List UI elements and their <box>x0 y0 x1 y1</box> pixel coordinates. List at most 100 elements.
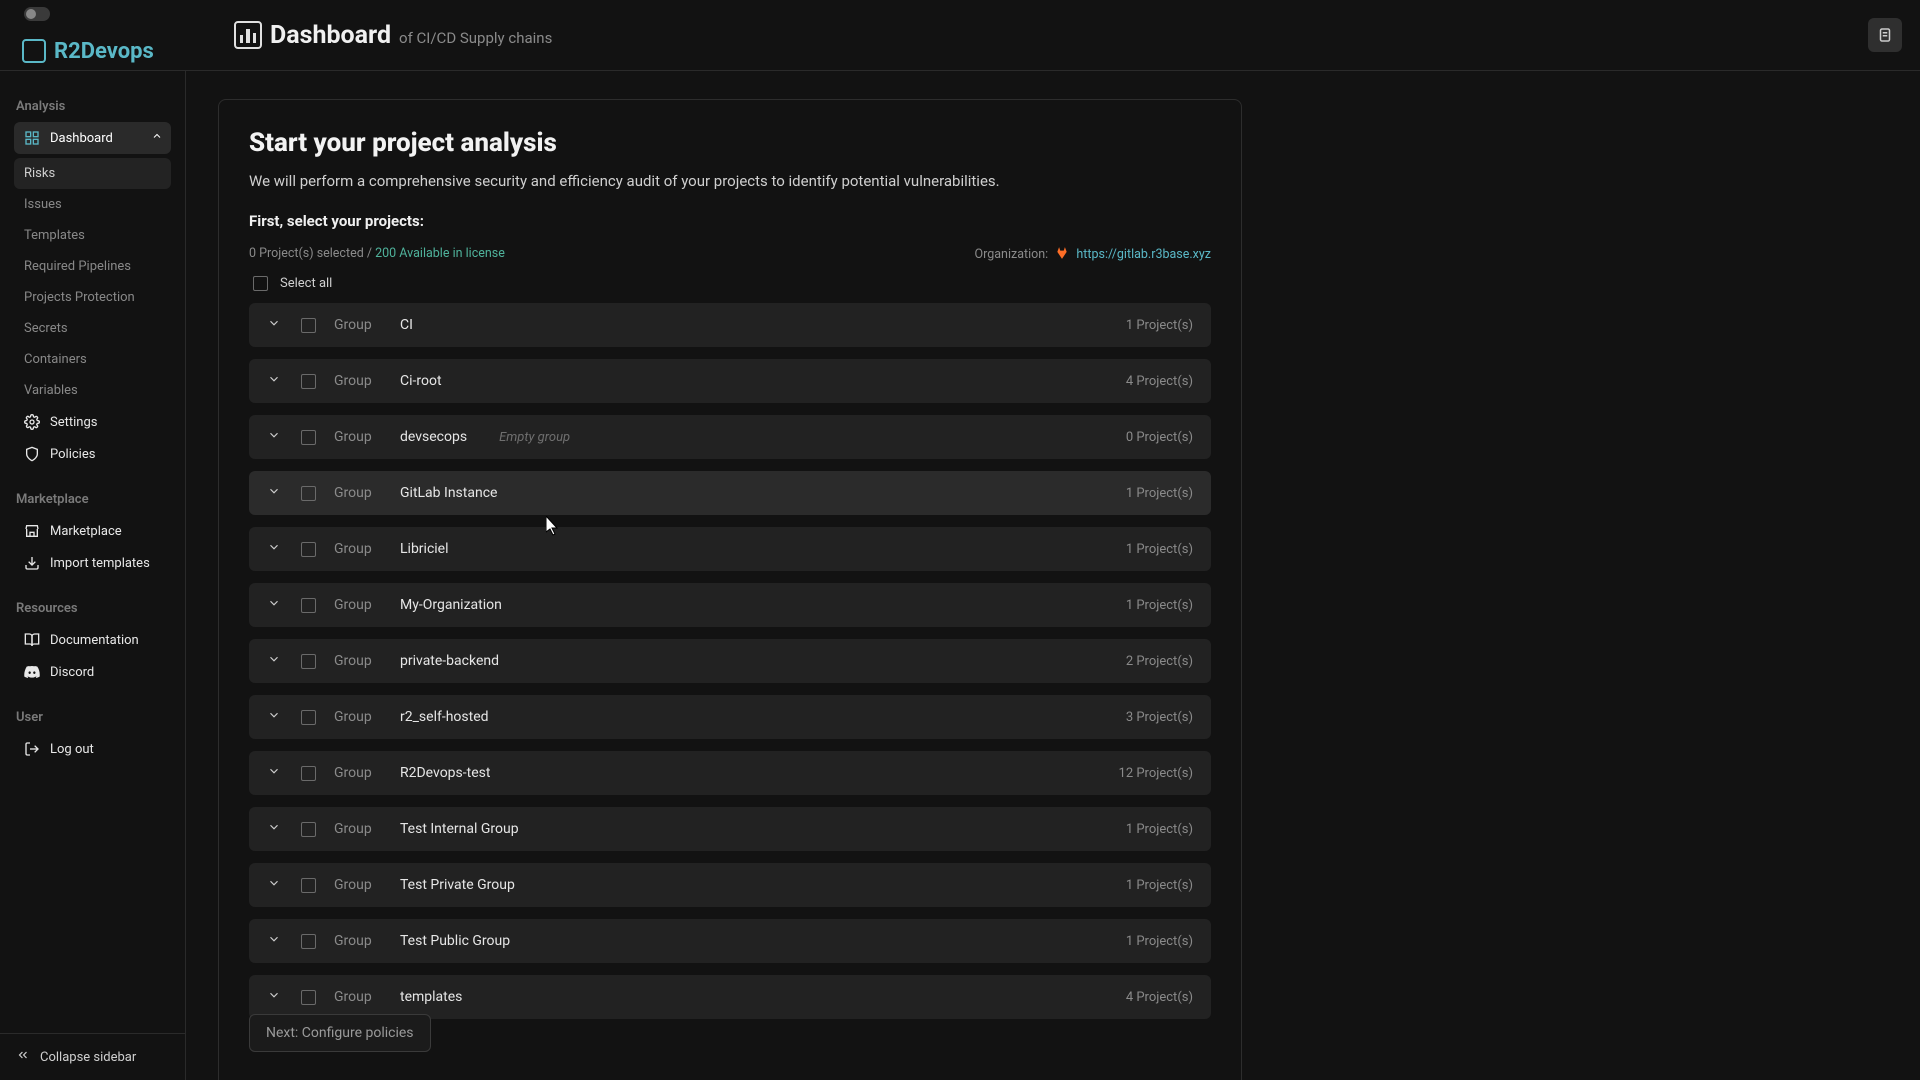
group-name: private-backend <box>400 653 499 669</box>
sidebar-item-dashboard[interactable]: Dashboard <box>14 122 171 154</box>
section-resources: Resources <box>16 601 171 616</box>
chevron-down-icon[interactable] <box>267 540 283 558</box>
sidebar-item-templates[interactable]: Templates <box>14 220 171 251</box>
brand-logo[interactable]: R2Devops <box>22 39 154 64</box>
chevrons-left-icon <box>16 1048 30 1066</box>
group-name: Ci-root <box>400 373 442 389</box>
group-checkbox[interactable] <box>301 430 316 445</box>
chevron-down-icon[interactable] <box>267 372 283 390</box>
group-row[interactable]: Group r2_self-hosted 3 Project(s) <box>249 695 1211 739</box>
group-row[interactable]: Group GitLab Instance 1 Project(s) <box>249 471 1211 515</box>
organization-link[interactable]: https://gitlab.r3base.xyz <box>1076 247 1211 262</box>
group-row[interactable]: Group CI 1 Project(s) <box>249 303 1211 347</box>
group-checkbox[interactable] <box>301 542 316 557</box>
main-content: Start your project analysis We will perf… <box>186 71 1920 1080</box>
sidebar-item-logout[interactable]: Log out <box>14 733 171 765</box>
dashboard-icon <box>234 21 262 49</box>
chevron-down-icon[interactable] <box>267 316 283 334</box>
brand-name: R2Devops <box>54 39 154 64</box>
nav-label: Issues <box>24 197 62 212</box>
sidebar-item-secrets[interactable]: Secrets <box>14 313 171 344</box>
group-checkbox[interactable] <box>301 766 316 781</box>
chevron-down-icon[interactable] <box>267 876 283 894</box>
sidebar-item-variables[interactable]: Variables <box>14 375 171 406</box>
chevron-down-icon[interactable] <box>267 708 283 726</box>
group-row[interactable]: Group Test Public Group 1 Project(s) <box>249 919 1211 963</box>
project-count: 1 Project(s) <box>1126 822 1193 837</box>
topbar-action-button[interactable] <box>1868 18 1902 52</box>
group-checkbox[interactable] <box>301 990 316 1005</box>
group-checkbox[interactable] <box>301 878 316 893</box>
card-step-label: First, select your projects: <box>249 212 1211 230</box>
card-title: Start your project analysis <box>249 128 1211 158</box>
group-row[interactable]: Group Test Internal Group 1 Project(s) <box>249 807 1211 851</box>
nav-label: Secrets <box>24 321 68 336</box>
shield-icon <box>24 446 40 462</box>
section-user: User <box>16 710 171 725</box>
chevron-down-icon[interactable] <box>267 484 283 502</box>
sidebar-item-documentation[interactable]: Documentation <box>14 624 171 656</box>
project-count: 12 Project(s) <box>1119 766 1193 781</box>
sidebar-item-issues[interactable]: Issues <box>14 189 171 220</box>
logout-icon <box>24 741 40 757</box>
sidebar-item-discord[interactable]: Discord <box>14 656 171 688</box>
nav-label: Documentation <box>50 633 139 648</box>
group-name: Test Public Group <box>400 933 510 949</box>
group-name: R2Devops-test <box>400 765 490 781</box>
page-title: Dashboard <box>270 21 391 50</box>
nav-label: Templates <box>24 228 85 243</box>
nav-label: Projects Protection <box>24 290 135 305</box>
sidebar-item-required-pipelines[interactable]: Required Pipelines <box>14 251 171 282</box>
sidebar-item-projects-protection[interactable]: Projects Protection <box>14 282 171 313</box>
next-button[interactable]: Next: Configure policies <box>249 1014 431 1052</box>
group-name: devsecops <box>400 429 467 445</box>
group-checkbox[interactable] <box>301 486 316 501</box>
group-row[interactable]: Group templates 4 Project(s) <box>249 975 1211 1019</box>
chevron-down-icon[interactable] <box>267 764 283 782</box>
chevron-down-icon[interactable] <box>267 428 283 446</box>
sidebar-item-marketplace[interactable]: Marketplace <box>14 515 171 547</box>
nav-label: Required Pipelines <box>24 259 131 274</box>
group-type-label: Group <box>334 933 382 949</box>
chevron-down-icon[interactable] <box>267 988 283 1006</box>
group-row[interactable]: Group Libriciel 1 Project(s) <box>249 527 1211 571</box>
group-row[interactable]: Group private-backend 2 Project(s) <box>249 639 1211 683</box>
sidebar-item-risks[interactable]: Risks <box>14 158 171 189</box>
chevron-down-icon[interactable] <box>267 596 283 614</box>
group-checkbox[interactable] <box>301 374 316 389</box>
analysis-card: Start your project analysis We will perf… <box>218 99 1242 1080</box>
selection-status: 0 Project(s) selected / 200 Available in… <box>249 246 505 262</box>
sidebar-item-containers[interactable]: Containers <box>14 344 171 375</box>
sidebar-item-policies[interactable]: Policies <box>14 438 171 470</box>
group-checkbox[interactable] <box>301 934 316 949</box>
collapse-sidebar[interactable]: Collapse sidebar <box>0 1033 185 1080</box>
group-name: Test Private Group <box>400 877 515 893</box>
group-row[interactable]: Group My-Organization 1 Project(s) <box>249 583 1211 627</box>
group-checkbox[interactable] <box>301 822 316 837</box>
group-row[interactable]: Group Test Private Group 1 Project(s) <box>249 863 1211 907</box>
group-type-label: Group <box>334 597 382 613</box>
group-checkbox[interactable] <box>301 654 316 669</box>
card-description: We will perform a comprehensive security… <box>249 172 1211 190</box>
group-checkbox[interactable] <box>301 710 316 725</box>
sidebar-item-settings[interactable]: Settings <box>14 406 171 438</box>
group-list: Group CI 1 Project(s) Group Ci-root 4 Pr… <box>249 303 1211 1019</box>
sidebar-item-import-templates[interactable]: Import templates <box>14 547 171 579</box>
group-type-label: Group <box>334 373 382 389</box>
theme-toggle[interactable] <box>24 7 50 21</box>
section-analysis: Analysis <box>16 99 171 114</box>
nav-label: Policies <box>50 447 95 462</box>
chevron-down-icon[interactable] <box>267 652 283 670</box>
project-count: 4 Project(s) <box>1126 374 1193 389</box>
group-row[interactable]: Group devsecops Empty group 0 Project(s) <box>249 415 1211 459</box>
group-type-label: Group <box>334 653 382 669</box>
group-row[interactable]: Group Ci-root 4 Project(s) <box>249 359 1211 403</box>
group-checkbox[interactable] <box>301 598 316 613</box>
group-checkbox[interactable] <box>301 318 316 333</box>
group-type-label: Group <box>334 877 382 893</box>
select-all-label: Select all <box>280 276 332 291</box>
select-all-checkbox[interactable] <box>253 276 268 291</box>
group-row[interactable]: Group R2Devops-test 12 Project(s) <box>249 751 1211 795</box>
chevron-down-icon[interactable] <box>267 932 283 950</box>
chevron-down-icon[interactable] <box>267 820 283 838</box>
